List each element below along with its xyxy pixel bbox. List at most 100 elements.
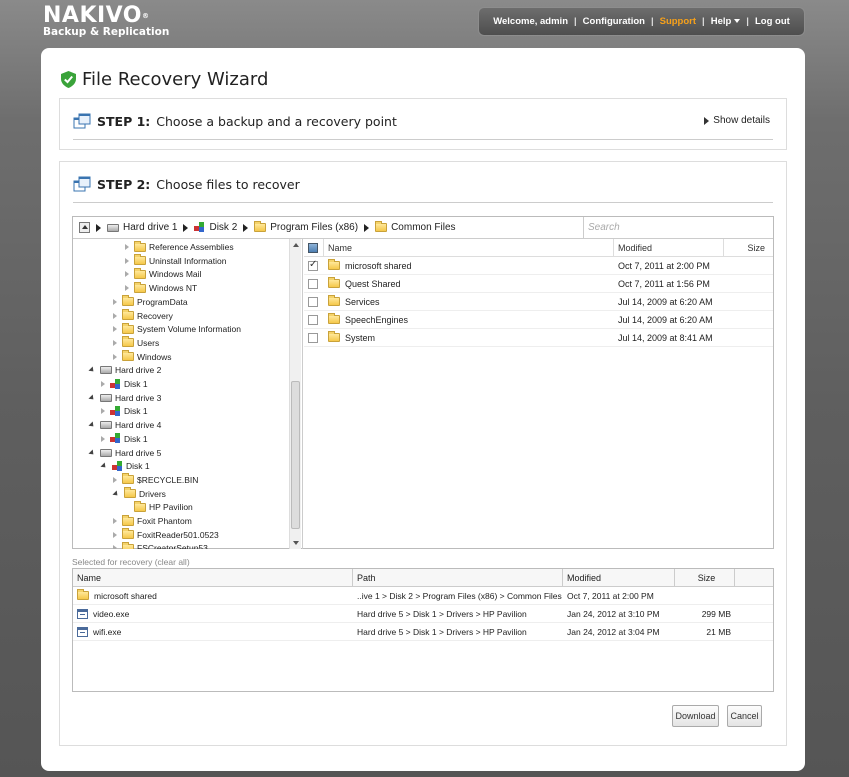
selected-row[interactable]: microsoft shared ..ive 1 > Disk 2 > Progr… xyxy=(73,587,773,605)
breadcrumb-label: Disk 2 xyxy=(209,222,238,233)
tree-item[interactable]: Windows xyxy=(113,350,171,364)
file-checkbox[interactable] xyxy=(308,332,318,343)
expand-arrow-icon[interactable] xyxy=(113,298,117,305)
tree-item[interactable]: HP Pavilion xyxy=(125,500,193,514)
collapse-arrow-icon[interactable] xyxy=(88,366,96,374)
tree-item[interactable]: Windows Mail xyxy=(125,267,201,281)
breadcrumb-item[interactable]: Program Files (x86) xyxy=(243,221,358,233)
expand-arrow-icon[interactable] xyxy=(125,285,129,292)
collapse-arrow-icon[interactable] xyxy=(88,448,96,457)
expand-arrow-icon[interactable] xyxy=(113,312,117,319)
selected-row[interactable]: wifi.exe Hard drive 5 > Disk 1 > Drivers … xyxy=(73,623,773,641)
selected-table-header: Name Path Modified Size xyxy=(73,569,773,587)
tree-item[interactable]: Disk 1 xyxy=(101,432,148,446)
expand-arrow-icon[interactable] xyxy=(113,353,117,360)
tree-item-label: Windows xyxy=(137,351,172,362)
column-size[interactable]: Size xyxy=(675,569,735,586)
folder-icon xyxy=(134,254,146,266)
show-details-toggle[interactable]: Show details xyxy=(704,115,770,126)
tree-item[interactable]: Disk 1 xyxy=(101,377,148,391)
breadcrumb-item[interactable]: Common Files xyxy=(364,221,456,233)
tree-item[interactable]: ProgramData xyxy=(113,295,188,309)
page-title: File Recovery Wizard xyxy=(82,69,269,90)
expand-arrow-icon[interactable] xyxy=(125,244,129,250)
file-checkbox[interactable] xyxy=(308,296,318,307)
divider xyxy=(73,139,773,140)
expand-arrow-icon[interactable] xyxy=(113,326,117,333)
tree-item[interactable]: $RECYCLE.BIN xyxy=(113,473,198,487)
file-row[interactable]: Services Jul 14, 2009 at 6:20 AM xyxy=(304,293,773,311)
search-input[interactable]: Search xyxy=(583,217,773,238)
logout-link[interactable]: Log out xyxy=(755,16,790,27)
expand-arrow-icon[interactable] xyxy=(101,408,105,415)
column-size[interactable]: Size xyxy=(724,239,771,256)
tree-item[interactable]: System Volume Information xyxy=(113,322,241,336)
file-row[interactable]: microsoft shared Oct 7, 2011 at 2:00 PM xyxy=(304,257,773,275)
tree-item[interactable]: Disk 1 xyxy=(100,459,150,473)
help-menu[interactable]: Help xyxy=(711,16,741,27)
executable-file-icon xyxy=(77,608,88,619)
step-1-section[interactable]: STEP 1: Choose a backup and a recovery p… xyxy=(59,98,787,150)
show-details-label: Show details xyxy=(713,115,770,126)
tree-item[interactable]: Windows NT xyxy=(125,281,197,295)
collapse-arrow-icon[interactable] xyxy=(112,490,120,498)
selected-row[interactable]: video.exe Hard drive 5 > Disk 1 > Drivers… xyxy=(73,605,773,623)
column-modified[interactable]: Modified xyxy=(563,569,675,586)
expand-arrow-icon[interactable] xyxy=(113,518,117,524)
scroll-thumb[interactable] xyxy=(291,381,300,529)
column-name[interactable]: Name xyxy=(324,239,614,256)
support-link[interactable]: Support xyxy=(660,16,696,27)
folder-icon xyxy=(254,221,267,232)
tree-item[interactable]: Hard drive 3 xyxy=(88,391,161,405)
tree-item[interactable]: FSCreatorSetup53 xyxy=(113,541,208,549)
tree-item[interactable]: Recovery xyxy=(113,309,173,323)
tree-item[interactable]: Disk 1 xyxy=(101,404,148,418)
column-name[interactable]: Name xyxy=(73,569,353,586)
expand-arrow-icon[interactable] xyxy=(113,476,117,483)
chevron-down-icon xyxy=(734,19,741,24)
tree-item[interactable]: Hard drive 4 xyxy=(88,418,161,432)
clear-all-link[interactable]: (clear all) xyxy=(155,557,190,567)
file-checkbox[interactable] xyxy=(308,314,318,325)
breadcrumb-item[interactable]: Hard drive 1 xyxy=(96,222,177,233)
column-modified[interactable]: Modified xyxy=(614,239,724,256)
column-path[interactable]: Path xyxy=(353,569,563,586)
tree-scrollbar[interactable] xyxy=(289,239,301,549)
file-row[interactable]: Quest Shared Oct 7, 2011 at 1:56 PM xyxy=(304,275,773,293)
file-checkbox[interactable] xyxy=(308,278,318,289)
brand-name: NAKIVO xyxy=(43,3,143,28)
expand-arrow-icon[interactable] xyxy=(113,545,117,549)
expand-arrow-icon[interactable] xyxy=(101,435,105,442)
selected-label-text: Selected for recovery xyxy=(72,557,153,567)
download-button[interactable]: Download xyxy=(672,705,719,727)
select-all-checkbox[interactable] xyxy=(308,242,318,253)
expand-arrow-icon[interactable] xyxy=(113,339,117,346)
tree-item-label: Disk 1 xyxy=(124,433,148,444)
file-row[interactable]: System Jul 14, 2009 at 8:41 AM xyxy=(304,329,773,347)
file-row[interactable]: SpeechEngines Jul 14, 2009 at 6:20 AM xyxy=(304,311,773,329)
tree-item[interactable]: Reference Assemblies xyxy=(125,240,234,254)
cancel-button[interactable]: Cancel xyxy=(727,705,762,727)
expand-arrow-icon[interactable] xyxy=(113,531,117,538)
tree-item[interactable]: FoxitReader501.0523 xyxy=(113,528,219,542)
tree-item[interactable]: Users xyxy=(113,336,159,350)
expand-arrow-icon[interactable] xyxy=(125,257,129,264)
tree-item[interactable]: Hard drive 2 xyxy=(88,363,161,377)
configuration-link[interactable]: Configuration xyxy=(583,16,645,27)
tree-item[interactable]: Uninstall Information xyxy=(125,254,226,268)
tree-item[interactable]: Foxit Phantom xyxy=(113,514,192,528)
scroll-down-icon[interactable] xyxy=(293,541,299,545)
breadcrumb-item[interactable]: Disk 2 xyxy=(183,222,237,233)
up-level-icon[interactable] xyxy=(79,222,90,233)
collapse-arrow-icon[interactable] xyxy=(88,421,96,429)
scroll-up-icon[interactable] xyxy=(293,243,299,247)
tree-item[interactable]: Hard drive 5 xyxy=(88,446,161,460)
tree-item[interactable]: Drivers xyxy=(112,487,166,501)
file-checkbox[interactable] xyxy=(308,259,318,271)
expand-arrow-icon[interactable] xyxy=(125,271,129,278)
collapse-arrow-icon[interactable] xyxy=(100,462,108,470)
expand-arrow-icon[interactable] xyxy=(101,381,105,387)
welcome-link[interactable]: Welcome, admin xyxy=(493,16,568,27)
file-name-cell: System xyxy=(324,329,614,346)
collapse-arrow-icon[interactable] xyxy=(88,394,96,402)
